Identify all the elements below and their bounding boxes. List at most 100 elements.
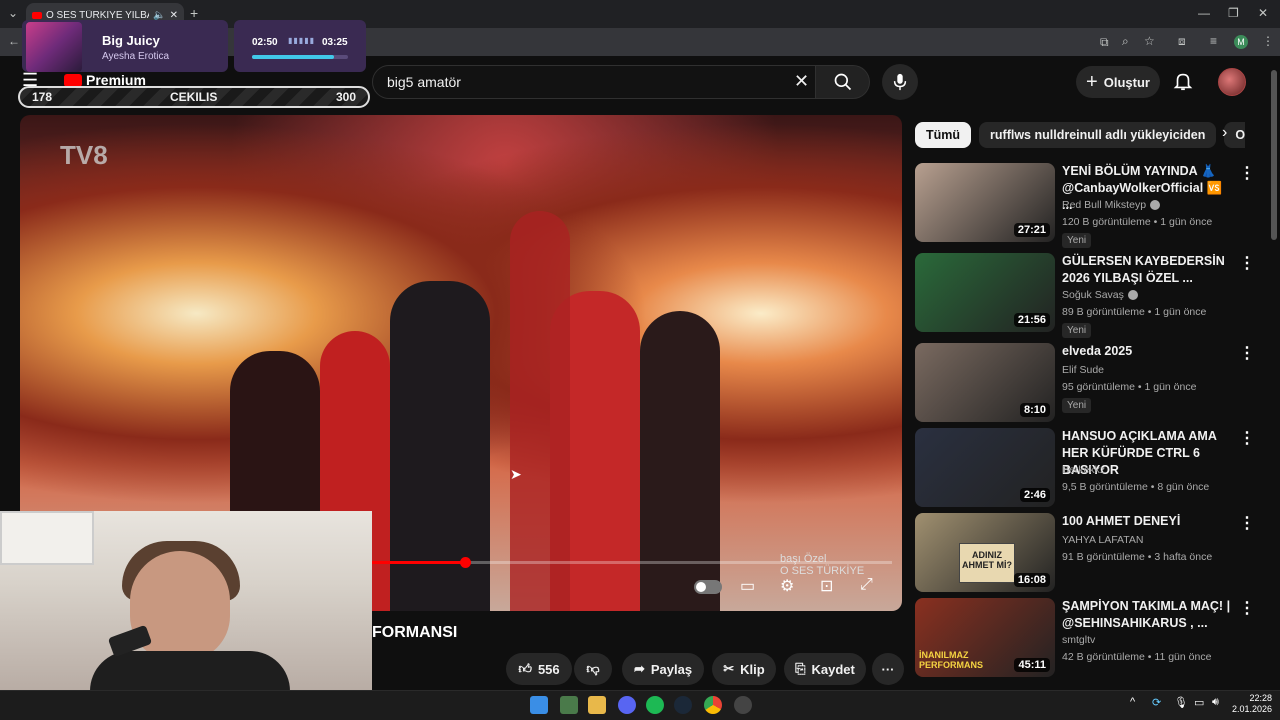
channel-name[interactable]: Elif Sude	[1062, 364, 1104, 376]
video-thumbnail[interactable]: 21:56	[915, 253, 1055, 332]
video-thumbnail[interactable]: ADINIZ AHMET Mİ? 16:08	[915, 513, 1055, 592]
file-explorer-icon[interactable]	[588, 696, 606, 714]
chevron-right-icon[interactable]: ›	[1222, 124, 1227, 142]
avatar[interactable]	[1218, 68, 1246, 96]
video-thumbnail[interactable]: 2:46	[915, 428, 1055, 507]
steam-icon[interactable]	[674, 696, 692, 714]
more-options-icon[interactable]: ⋮	[1239, 513, 1255, 533]
search-button[interactable]	[816, 65, 870, 99]
recommendation-item[interactable]: 21:56 GÜLERSEN KAYBEDERSİN 2026 YILBAŞI Ö…	[915, 253, 1265, 338]
scissors-icon: ✂	[723, 661, 735, 676]
chip-all[interactable]: Tümü	[915, 122, 972, 148]
discord-icon[interactable]	[618, 696, 636, 714]
giveaway-left-count: 178	[32, 90, 53, 104]
video-scrubber-handle[interactable]	[460, 557, 471, 568]
more-options-icon[interactable]: ⋮	[1239, 428, 1255, 448]
profile-icon[interactable]: M	[1234, 35, 1248, 49]
tray-mic-icon[interactable]: 🎙︎	[1174, 696, 1188, 709]
tab-search-icon[interactable]: ⌄	[8, 6, 18, 20]
giveaway-right-count: 300	[335, 90, 356, 104]
extensions-icon[interactable]: ⧈	[1178, 34, 1186, 49]
new-badge: Yeni	[1062, 398, 1092, 413]
save-button[interactable]: ⎘ Kaydet	[784, 653, 866, 685]
new-tab-button[interactable]: +	[190, 5, 198, 21]
recommendation-item[interactable]: İNANILMAZ PERFORMANS 45:11 ŞAMPİYON TAKIML…	[915, 598, 1265, 678]
share-button[interactable]: ➦ Paylaş	[622, 653, 704, 685]
background-shelf	[0, 511, 94, 565]
chip-other[interactable]: O	[1224, 122, 1245, 148]
verified-icon	[1150, 200, 1161, 211]
bookmark-star-icon[interactable]: ☆	[1144, 34, 1155, 48]
album-cover	[26, 22, 82, 72]
obs-icon[interactable]	[734, 696, 752, 714]
more-options-icon[interactable]: ⋮	[1239, 163, 1255, 183]
chip-uploader[interactable]: rufflws nulldreinull adlı yükleyiciden	[979, 122, 1217, 148]
video-thumbnail[interactable]: İNANILMAZ PERFORMANS 45:11	[915, 598, 1055, 677]
browser-menu-icon[interactable]: ⋮	[1262, 34, 1274, 48]
close-window-button[interactable]: ✕	[1258, 6, 1268, 20]
fullscreen-icon[interactable]: ⤢	[860, 576, 873, 594]
voice-search-button[interactable]	[882, 64, 918, 100]
settings-gear-icon[interactable]: ⚙	[780, 576, 794, 596]
create-button[interactable]: + Oluştur	[1076, 66, 1160, 98]
media-controls-icon[interactable]: ≡	[1210, 34, 1217, 48]
scrollbar[interactable]	[1271, 70, 1277, 240]
artist-name: Ayesha Erotica	[102, 51, 170, 62]
video-thumbnail[interactable]: 27:21	[915, 163, 1055, 242]
more-horizontal-icon: ···	[881, 661, 895, 677]
video-title[interactable]: elveda 2025	[1062, 343, 1234, 360]
now-playing-info: Big Juicy Ayesha Erotica	[22, 20, 228, 72]
channel-name[interactable]: Soğuk Savaş	[1062, 289, 1138, 301]
more-options-icon[interactable]: ⋮	[1239, 253, 1255, 273]
zoom-icon[interactable]: ⌕	[1122, 34, 1129, 49]
video-title[interactable]: GÜLERSEN KAYBEDERSİN 2026 YILBAŞI ÖZEL .…	[1062, 253, 1234, 287]
webcam-overlay	[0, 511, 372, 691]
video-title[interactable]: 100 AHMET DENEYİ	[1062, 513, 1234, 530]
track-name: Big Juicy	[102, 33, 160, 48]
clear-search-icon[interactable]: ✕	[794, 71, 809, 92]
app-icon[interactable]	[560, 696, 578, 714]
tray-chevron-icon[interactable]: ^	[1130, 696, 1135, 708]
spotify-icon[interactable]	[646, 696, 664, 714]
channel-watermark: TV8	[60, 140, 108, 170]
chrome-icon[interactable]	[704, 696, 722, 714]
video-progress-bar[interactable]	[352, 557, 892, 568]
tray-network-icon[interactable]: ⟳	[1152, 696, 1161, 709]
autoplay-knob	[696, 582, 706, 592]
more-options-icon[interactable]: ⋮	[1239, 343, 1255, 363]
tray-display-icon[interactable]: ▭	[1194, 696, 1204, 709]
channel-name[interactable]: smtgltv	[1062, 634, 1095, 646]
recommendation-item[interactable]: 27:21 YENİ BÖLÜM YAYINDA 👗 @CanbayWolkerO…	[915, 163, 1265, 248]
performer	[640, 311, 720, 611]
video-watermark: başı Özel O SES TÜRKİYE	[780, 553, 864, 577]
notifications-button[interactable]	[1172, 70, 1194, 97]
channel-name[interactable]: YAHYA LAFATAN	[1062, 534, 1144, 546]
more-options-icon[interactable]: ⋮	[1239, 598, 1255, 618]
cast-icon[interactable]: ⧉	[1100, 35, 1109, 50]
channel-name[interactable]: Berkekkz	[1062, 464, 1105, 476]
system-clock[interactable]: 22:28 2.01.2026	[1232, 693, 1272, 715]
share-label: Paylaş	[650, 661, 693, 677]
autoplay-toggle[interactable]	[694, 580, 722, 594]
recommendation-item[interactable]: ADINIZ AHMET Mİ? 16:08 100 AHMET DENEYİ YAH…	[915, 513, 1265, 593]
recommendation-item[interactable]: 8:10 elveda 2025 Elif Sude 95 görüntüleme •…	[915, 343, 1265, 423]
search-input[interactable]: big5 amatör	[372, 65, 816, 99]
dislike-button[interactable]: 👎︎	[574, 653, 612, 685]
mouse-cursor-icon: ➤	[510, 466, 522, 482]
channel-name-text: Berkekkz	[1062, 464, 1106, 476]
recommendation-item[interactable]: 2:46 HANSUO AÇIKLAMA AMA HER KÜFÜRDE CTRL…	[915, 428, 1265, 508]
tray-volume-icon[interactable]: 🔊︎	[1212, 696, 1219, 709]
like-button[interactable]: 👍︎ 556	[506, 653, 572, 685]
channel-name[interactable]: Red Bull Miksteyp	[1062, 199, 1161, 211]
back-icon[interactable]: ←	[8, 34, 20, 48]
video-thumbnail[interactable]: 8:10	[915, 343, 1055, 422]
video-title[interactable]: ŞAMPİYON TAKIMLA MAÇ! | @SEHINSAHIKARUS …	[1062, 598, 1234, 632]
clip-button[interactable]: ✂ Klip	[712, 653, 776, 685]
theater-mode-icon[interactable]: ⊡	[820, 576, 833, 596]
more-actions-button[interactable]: ···	[872, 653, 904, 685]
bell-icon	[1173, 73, 1193, 91]
subtitles-icon[interactable]: ▭	[740, 576, 755, 596]
maximize-button[interactable]: ❐	[1228, 6, 1239, 20]
start-menu-icon[interactable]	[530, 696, 548, 714]
minimize-button[interactable]: —	[1198, 6, 1210, 20]
